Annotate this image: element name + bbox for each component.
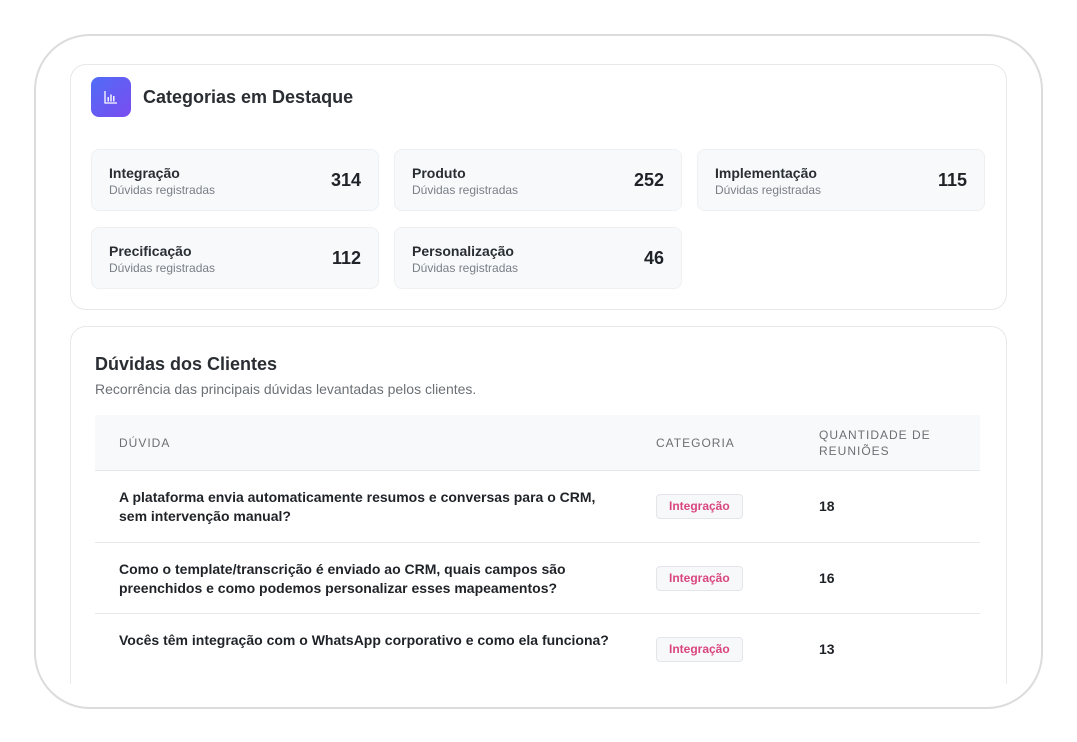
category-tile-precificacao[interactable]: Precificação Dúvidas registradas 112 bbox=[91, 227, 379, 289]
table-row[interactable]: Vocês têm integração com o WhatsApp corp… bbox=[95, 614, 980, 684]
meeting-count: 13 bbox=[819, 641, 835, 657]
question-text: Vocês têm integração com o WhatsApp corp… bbox=[119, 632, 609, 648]
category-count: 46 bbox=[643, 248, 664, 268]
bar-chart-icon bbox=[91, 77, 131, 117]
question-text: A plataforma envia automaticamente resum… bbox=[119, 489, 596, 524]
category-subtitle: Dúvidas registradas bbox=[109, 183, 216, 197]
featured-categories-header: Categorias em Destaque bbox=[91, 77, 353, 117]
category-count: 115 bbox=[937, 170, 967, 190]
column-header-question[interactable]: Dúvida bbox=[119, 435, 170, 451]
category-name: Precificação bbox=[109, 243, 192, 259]
category-tag: Integração bbox=[656, 565, 743, 591]
device-frame: Categorias em Destaque Integração Dúvida… bbox=[34, 34, 1043, 709]
category-tile-personalizacao[interactable]: Personalização Dúvidas registradas 46 bbox=[394, 227, 682, 289]
customer-questions-card: Dúvidas dos Clientes Recorrência das pri… bbox=[70, 326, 1007, 684]
meeting-count: 18 bbox=[819, 498, 835, 514]
category-count: 252 bbox=[633, 170, 664, 190]
featured-categories-card: Categorias em Destaque Integração Dúvida… bbox=[70, 64, 1007, 310]
category-subtitle: Dúvidas registradas bbox=[109, 261, 216, 275]
category-name: Integração bbox=[109, 165, 180, 181]
category-tag: Integração bbox=[656, 494, 743, 519]
questions-table: Dúvida Categoria Quantidade de Reuniões … bbox=[95, 415, 980, 684]
column-header-meeting-count[interactable]: Quantidade de Reuniões bbox=[819, 427, 959, 459]
table-row[interactable]: A plataforma envia automaticamente resum… bbox=[95, 471, 980, 543]
column-header-category[interactable]: Categoria bbox=[656, 435, 735, 451]
table-header: Dúvida Categoria Quantidade de Reuniões bbox=[95, 415, 980, 471]
category-name: Implementação bbox=[715, 165, 817, 181]
category-tile-integracao[interactable]: Integração Dúvidas registradas 314 bbox=[91, 149, 379, 211]
category-tile-implementacao[interactable]: Implementação Dúvidas registradas 115 bbox=[697, 149, 985, 211]
category-subtitle: Dúvidas registradas bbox=[715, 183, 822, 197]
meeting-count: 16 bbox=[819, 569, 835, 586]
category-subtitle: Dúvidas registradas bbox=[412, 183, 519, 197]
category-subtitle: Dúvidas registradas bbox=[412, 261, 519, 275]
category-count: 314 bbox=[330, 170, 361, 190]
category-tag: Integração bbox=[656, 637, 743, 662]
dashboard-screen: Categorias em Destaque Integração Dúvida… bbox=[70, 64, 1007, 684]
customer-questions-title: Dúvidas dos Clientes bbox=[95, 354, 278, 374]
question-text: Como o template/transcrição é enviado ao… bbox=[119, 560, 566, 596]
featured-categories-title: Categorias em Destaque bbox=[143, 86, 354, 107]
category-name: Produto bbox=[412, 165, 466, 181]
category-tile-produto[interactable]: Produto Dúvidas registradas 252 bbox=[394, 149, 682, 211]
category-grid: Integração Dúvidas registradas 314 Produ… bbox=[91, 149, 985, 289]
category-count: 112 bbox=[331, 248, 361, 268]
table-row[interactable]: Como o template/transcrição é enviado ao… bbox=[95, 543, 980, 614]
customer-questions-subtitle: Recorrência das principais dúvidas levan… bbox=[95, 381, 477, 397]
category-name: Personalização bbox=[412, 243, 514, 259]
